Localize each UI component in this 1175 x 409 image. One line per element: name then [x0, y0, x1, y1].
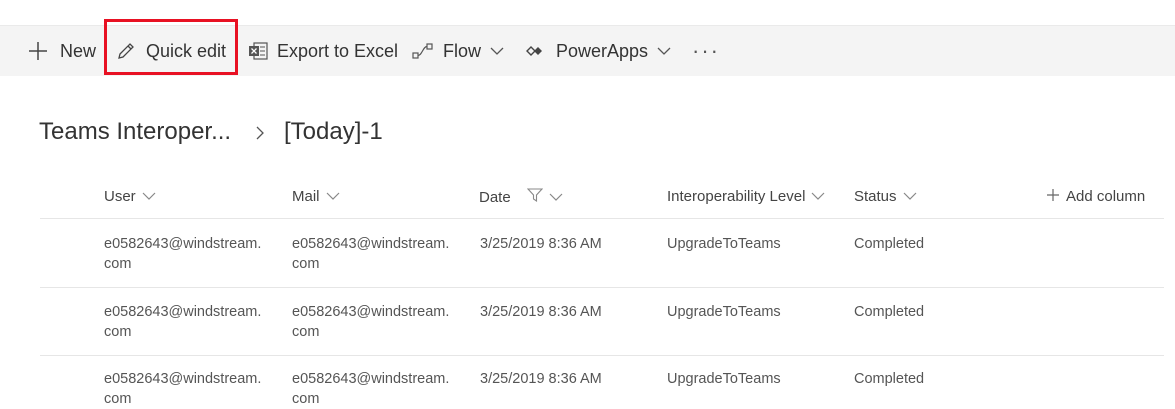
column-header-status[interactable]: Status — [854, 188, 917, 205]
export-label: Export to Excel — [277, 40, 399, 61]
date-cell: 3/25/2019 8:36 AM — [480, 371, 602, 387]
more-options-button[interactable]: ··· — [692, 26, 720, 76]
flow-icon — [412, 42, 434, 60]
new-button[interactable]: New — [28, 26, 96, 76]
interop-cell: UpgradeToTeams — [667, 236, 781, 252]
mail-cell: e0582643@windstream. com — [292, 304, 450, 340]
add-column-button[interactable]: Add column — [1041, 188, 1145, 205]
plus-icon — [1041, 188, 1059, 205]
flow-label: Flow — [443, 40, 482, 61]
row-divider — [40, 287, 1164, 288]
chevron-down-icon — [136, 188, 156, 205]
breadcrumb-view-name[interactable]: [Today]-1 — [284, 118, 383, 146]
mail-cell: e0582643@windstream. com — [292, 371, 450, 407]
column-header-interoperability-level[interactable]: Interoperability Level — [667, 188, 825, 205]
excel-icon — [248, 41, 268, 61]
status-cell: Completed — [854, 236, 925, 252]
quick-edit-highlight — [104, 19, 238, 75]
column-header-mail[interactable]: Mail — [292, 188, 340, 205]
row-divider — [40, 355, 1164, 356]
header-divider — [40, 218, 1164, 219]
status-cell: Completed — [854, 304, 925, 320]
interop-cell: UpgradeToTeams — [667, 304, 781, 320]
column-header-label: Date — [479, 188, 511, 206]
column-header-user[interactable]: User — [104, 188, 156, 205]
chevron-down-icon — [897, 188, 917, 205]
column-header-label: Mail — [292, 188, 320, 205]
user-cell: e0582643@windstream. com — [104, 304, 262, 340]
column-header-label: Interoperability Level — [667, 188, 806, 205]
add-column-label: Add column — [1066, 188, 1146, 205]
mail-cell: e0582643@windstream. com — [292, 236, 450, 272]
chevron-down-icon — [657, 46, 671, 56]
chevron-right-icon — [254, 124, 266, 147]
plus-icon — [28, 41, 48, 61]
chevron-down-icon — [543, 189, 563, 206]
powerapps-button[interactable]: PowerApps — [526, 26, 671, 76]
flow-button[interactable]: Flow — [412, 26, 504, 76]
status-cell: Completed — [854, 371, 925, 387]
chevron-down-icon — [490, 46, 504, 56]
user-cell: e0582643@windstream. com — [104, 371, 262, 407]
powerapps-label: PowerApps — [556, 40, 649, 61]
new-label: New — [60, 40, 97, 61]
date-cell: 3/25/2019 8:36 AM — [480, 304, 602, 320]
chevron-down-icon — [805, 188, 825, 205]
filter-icon — [521, 188, 543, 206]
breadcrumb-list-link[interactable]: Teams Interoper... — [39, 118, 231, 146]
more-icon: ··· — [692, 38, 720, 63]
column-header-date[interactable]: Date — [479, 188, 563, 206]
date-cell: 3/25/2019 8:36 AM — [480, 236, 602, 252]
user-cell: e0582643@windstream. com — [104, 236, 262, 272]
powerapps-icon — [526, 43, 546, 59]
interop-cell: UpgradeToTeams — [667, 371, 781, 387]
export-to-excel-button[interactable]: Export to Excel — [248, 26, 398, 76]
column-header-label: Status — [854, 188, 897, 205]
chevron-down-icon — [320, 188, 340, 205]
column-header-label: User — [104, 188, 136, 205]
